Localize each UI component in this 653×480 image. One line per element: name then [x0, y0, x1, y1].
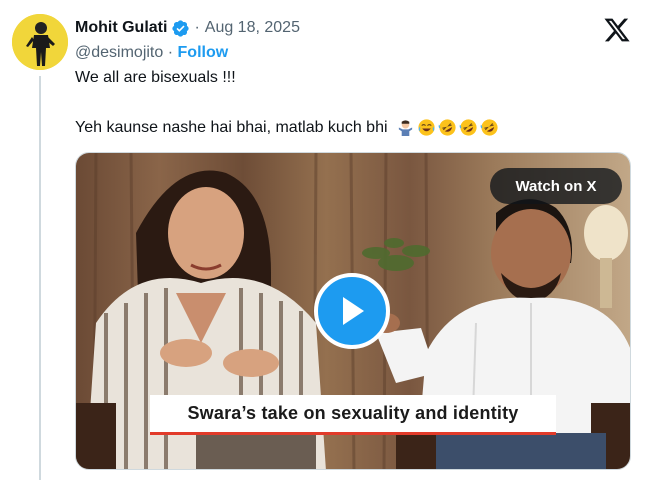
author-handle[interactable]: @desimojito [75, 44, 163, 61]
watch-on-x-button[interactable]: Watch on X [490, 168, 622, 204]
man-shrugging-icon [398, 120, 412, 137]
x-logo-icon[interactable] [603, 16, 631, 44]
verified-badge-icon [172, 19, 190, 37]
handle-row: @desimojito · Follow [75, 44, 228, 62]
post-text-line2: Yeh kaunse nashe hai bhai, matlab kuch b… [75, 118, 388, 136]
separator-dot: · [167, 44, 174, 61]
author-name[interactable]: Mohit Gulati [75, 19, 167, 37]
play-icon [343, 297, 364, 325]
tweet-card: Mohit Gulati · Aug 18, 2025 @desimojito … [0, 0, 653, 480]
rolling-on-floor-laughing-icon [480, 119, 498, 136]
post-date[interactable]: Aug 18, 2025 [205, 19, 300, 37]
avatar[interactable] [12, 14, 68, 70]
follow-button[interactable]: Follow [178, 44, 229, 61]
rolling-on-floor-laughing-icon [438, 119, 456, 136]
tweet-header: Mohit Gulati · Aug 18, 2025 [75, 16, 300, 40]
video-caption: Swara’s take on sexuality and identity [150, 395, 556, 435]
rolling-on-floor-laughing-icon [459, 119, 477, 136]
post-text-line1: We all are bisexuals !!! [75, 69, 236, 86]
play-button[interactable] [314, 273, 390, 349]
face-with-tears-of-joy-icon [417, 119, 435, 136]
separator-dot: · [194, 19, 200, 36]
post-text-line2-row: Yeh kaunse nashe hai bhai, matlab kuch b… [75, 118, 499, 137]
thread-line [39, 76, 41, 480]
